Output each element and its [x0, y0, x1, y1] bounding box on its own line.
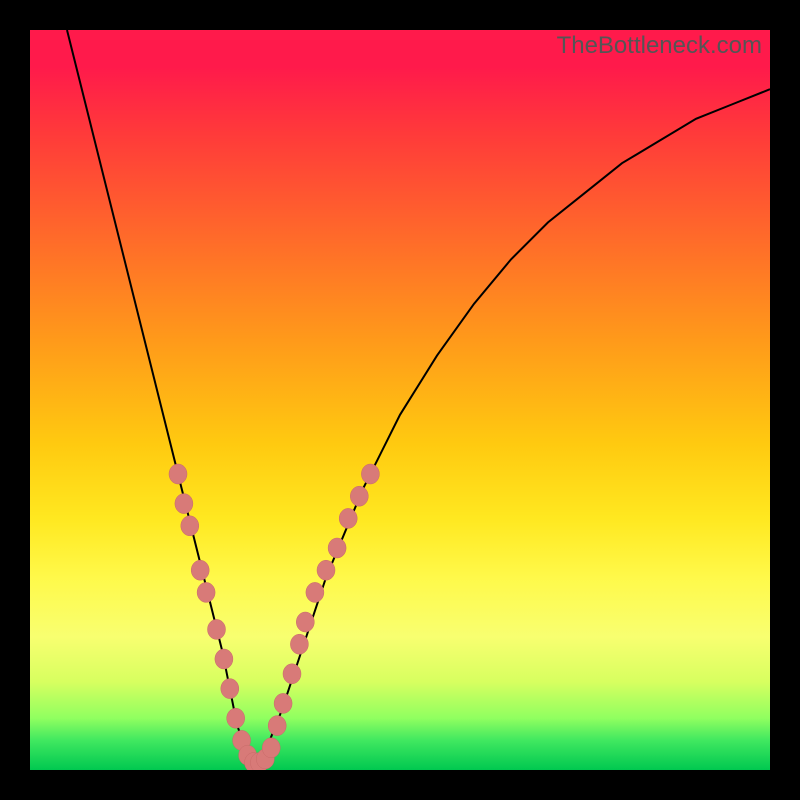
bead-marker: [197, 582, 215, 602]
bottleneck-chart: [30, 30, 770, 770]
bead-marker: [191, 560, 209, 580]
bead-marker: [208, 619, 226, 639]
bead-marker: [328, 538, 346, 558]
bead-marker: [181, 516, 199, 536]
bead-marker: [215, 649, 233, 669]
bead-marker: [290, 634, 308, 654]
bead-marker: [306, 582, 324, 602]
chart-gradient-frame: TheBottleneck.com: [30, 30, 770, 770]
bead-marker: [317, 560, 335, 580]
bottleneck-curve: [67, 30, 770, 766]
bead-marker: [221, 679, 239, 699]
beads-group: [169, 464, 379, 770]
bead-marker: [227, 708, 245, 728]
bead-marker: [339, 508, 357, 528]
bead-marker: [296, 612, 314, 632]
bead-marker: [361, 464, 379, 484]
bead-marker: [169, 464, 187, 484]
bead-marker: [274, 693, 292, 713]
watermark-text: TheBottleneck.com: [557, 32, 762, 60]
bead-marker: [268, 716, 286, 736]
bead-marker: [283, 664, 301, 684]
bead-marker: [350, 486, 368, 506]
bead-marker: [175, 494, 193, 514]
bead-marker: [262, 738, 280, 758]
